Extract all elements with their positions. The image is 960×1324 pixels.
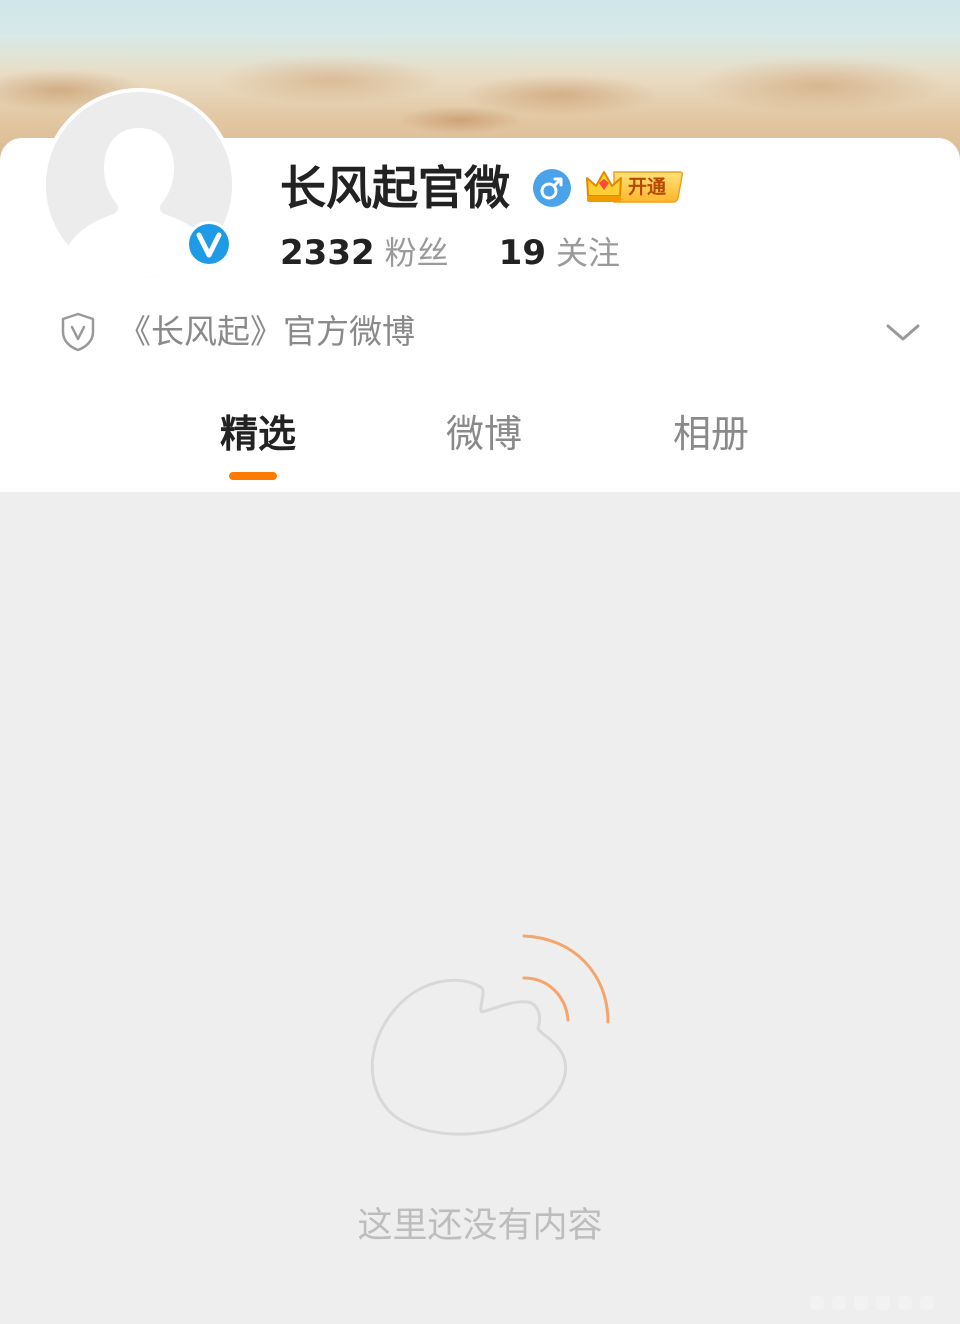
fans-count: 2332 — [280, 233, 375, 273]
chevron-down-icon[interactable] — [884, 318, 922, 346]
profile-description-row[interactable]: 《长风起》官方微博 — [0, 306, 960, 358]
fans-stat[interactable]: 2332 粉丝 — [280, 233, 449, 273]
shield-icon — [60, 312, 96, 352]
profile-tabs: 精选 微博 相册 — [0, 402, 960, 482]
following-label: 关注 — [555, 234, 620, 272]
tab-featured[interactable]: 精选 — [188, 402, 328, 466]
gesture-bar-icon — [806, 1292, 946, 1314]
male-icon — [532, 168, 572, 208]
weibo-logo-icon — [362, 930, 614, 1142]
tab-album[interactable]: 相册 — [641, 402, 781, 466]
profile-page: 长风起官微 开通 2332 粉丝 19 关注 《长风起》官方微博 精选 微博 相… — [0, 0, 960, 1324]
following-stat[interactable]: 19 关注 — [499, 233, 620, 273]
profile-description: 《长风起》官方微博 — [118, 312, 415, 351]
profile-name: 长风起官微 — [280, 161, 510, 215]
empty-state-message: 这里还没有内容 — [357, 1206, 603, 1246]
fans-label: 粉丝 — [384, 234, 449, 272]
vip-open-label[interactable]: 开通 — [628, 175, 666, 199]
tab-weibo[interactable]: 微博 — [414, 402, 554, 466]
active-tab-indicator — [229, 472, 277, 480]
profile-stats: 2332 粉丝 19 关注 — [280, 230, 620, 276]
verified-v-icon — [185, 220, 233, 268]
following-count: 19 — [498, 233, 546, 273]
